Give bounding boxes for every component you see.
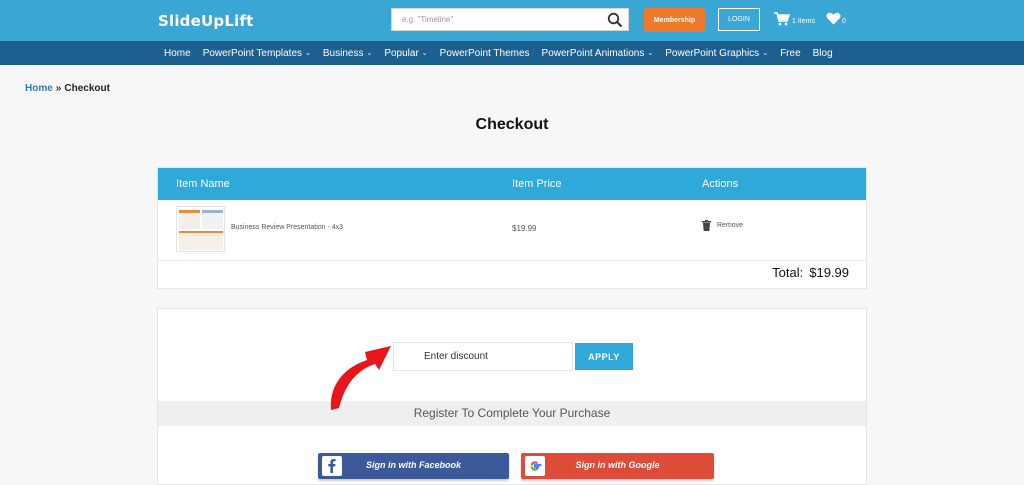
nav-item-powerpoint-graphics[interactable]: PowerPoint Graphics ⌄ [665, 48, 768, 59]
table-header: Item Name Item Price Actions [158, 168, 866, 200]
search-icon[interactable] [607, 12, 623, 28]
search-input[interactable] [392, 9, 592, 30]
chevron-down-icon: ⌄ [647, 50, 654, 57]
nav-item-free[interactable]: Free [780, 48, 801, 59]
breadcrumb: Home» Checkout [25, 83, 110, 94]
nav-label: PowerPoint Animations [541, 47, 645, 59]
nav-label: Blog [812, 47, 833, 59]
facebook-signin-label: Sign in with Facebook [365, 460, 461, 470]
cart-count: 1 Items [792, 18, 815, 25]
total-value: $19.99 [809, 265, 849, 280]
discount-input[interactable] [393, 342, 573, 371]
remove-button[interactable]: Remove [702, 220, 743, 231]
cart-link[interactable]: 1 Items [774, 12, 815, 26]
product-price: $19.99 [512, 224, 537, 233]
login-button[interactable]: LOGIN [718, 8, 760, 31]
trash-icon [702, 220, 711, 231]
top-header: SlideUpLift Membership LOGIN 1 Items 0 [0, 0, 1024, 41]
nav-label: PowerPoint Templates [202, 47, 302, 59]
chevron-down-icon: ⌄ [366, 50, 373, 57]
nav-label: PowerPoint Graphics [665, 47, 760, 59]
chevron-down-icon: ⌄ [305, 50, 311, 57]
google-signin-button[interactable]: Sign in with Google [521, 453, 714, 479]
nav-item-home[interactable]: Home [164, 48, 191, 59]
breadcrumb-separator: » [55, 83, 62, 94]
nav-item-blog[interactable]: Blog [813, 48, 833, 59]
register-heading: Register To Complete Your Purchase [158, 401, 866, 426]
facebook-signin-button[interactable]: Sign in with Facebook [318, 453, 509, 479]
cart-table: Item Name Item Price Actions Business Re… [157, 167, 867, 289]
heart-icon [826, 12, 841, 25]
table-row: Business Review Presentation - 4x3 $19.9… [158, 200, 866, 261]
nav-item-business[interactable]: Business ⌄ [323, 48, 372, 59]
nav-item-powerpoint-themes[interactable]: PowerPoint Themes [440, 48, 530, 59]
main-nav: Home PowerPoint Templates ⌄ Business ⌄ Pop… [0, 41, 1024, 65]
breadcrumb-current: Checkout [64, 83, 110, 94]
nav-item-popular[interactable]: Popular ⌄ [384, 48, 427, 59]
column-header-item-name: Item Name [176, 178, 230, 190]
red-arrow-icon [330, 346, 391, 410]
discount-card: APPLY Register To Complete Your Purchase… [157, 308, 867, 485]
order-total: Total: $19.99 [772, 265, 849, 280]
nav-label: PowerPoint Themes [439, 47, 530, 59]
product-name[interactable]: Business Review Presentation - 4x3 [231, 224, 343, 231]
nav-item-powerpoint-templates[interactable]: PowerPoint Templates ⌄ [203, 48, 311, 59]
nav-label: Free [780, 47, 801, 59]
site-logo[interactable]: SlideUpLift [158, 12, 254, 30]
search-box [391, 8, 629, 31]
chevron-down-icon: ⌄ [421, 50, 428, 57]
google-signin-label: Sign in with Google [575, 460, 660, 470]
nav-label: Popular [384, 47, 419, 59]
nav-label: Business [322, 47, 364, 59]
apply-button[interactable]: APPLY [575, 343, 633, 370]
remove-label: Remove [717, 222, 744, 229]
nav-item-powerpoint-animations[interactable]: PowerPoint Animations ⌄ [542, 48, 654, 59]
page-title: Checkout [475, 116, 549, 133]
chevron-down-icon: ⌄ [762, 50, 769, 57]
product-thumbnail[interactable] [176, 206, 225, 252]
wishlist-link[interactable]: 0 [826, 12, 846, 25]
nav-label: Home [164, 47, 191, 59]
wishlist-count: 0 [842, 18, 846, 25]
membership-button[interactable]: Membership [644, 8, 705, 32]
cart-icon [774, 12, 790, 26]
column-header-actions: Actions [702, 178, 739, 190]
breadcrumb-home-link[interactable]: Home [25, 83, 53, 94]
column-header-item-price: Item Price [512, 178, 562, 190]
total-label: Total: [772, 265, 804, 280]
